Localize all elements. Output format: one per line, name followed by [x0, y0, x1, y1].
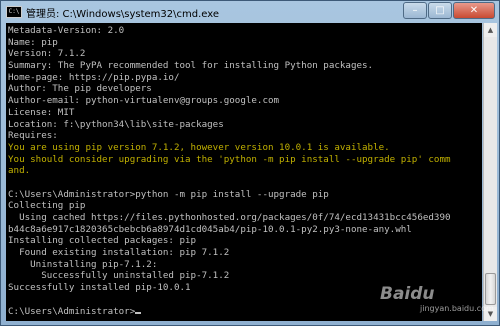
console-output[interactable]: Metadata-Version: 2.0 Name: pip Version: 7… [6, 23, 482, 321]
console-line: Uninstalling pip-7.1.2: [8, 258, 158, 270]
maximize-button[interactable]: □ [428, 2, 452, 19]
console-line: License: MIT [8, 106, 75, 118]
text-cursor [135, 311, 142, 314]
baidu-watermark-logo: Baidu jingyan.baidu.com [380, 284, 494, 313]
console-line: Name: pip [8, 36, 58, 48]
console-line: Successfully uninstalled pip-7.1.2 [8, 270, 230, 282]
console-line: Metadata-Version: 2.0 [8, 25, 125, 36]
console-line: Using cached https://files.pythonhosted.… [8, 212, 451, 223]
console-line: You should consider upgrading via the 'p… [8, 153, 451, 165]
scrollbar-thumb[interactable] [485, 273, 496, 305]
window-title: 管理员: C:\Windows\system32\cmd.exe [26, 8, 220, 20]
title-bar[interactable]: C:\ 管理员: C:\Windows\system32\cmd.exe – □… [1, 1, 499, 23]
console-line: Location: f:\python34\lib\site-packages [8, 118, 224, 130]
watermark-text: Baidu [380, 284, 435, 304]
console-line: Author: The pip developers [8, 83, 152, 95]
console-line: Author-email: python-virtualenv@groups.g… [8, 95, 280, 107]
console-line: Requires: [8, 130, 58, 142]
console-line: C:\Users\Administrator> [8, 306, 451, 318]
console-lines: Metadata-Version: 2.0 Name: pip Version: 7… [8, 25, 451, 317]
console-line: Home-page: https://pip.pypa.io/ [8, 71, 180, 83]
console-line: Found existing installation: pip 7.1.2 [8, 247, 230, 259]
console-line: Version: 7.1.2 [8, 48, 86, 60]
watermark-subtext: jingyan.baidu.com [420, 304, 494, 313]
cmd-window: C:\ 管理员: C:\Windows\system32\cmd.exe – □… [0, 0, 500, 326]
minimize-button[interactable]: – [403, 2, 427, 19]
scroll-up-arrow-icon[interactable]: ▲ [484, 23, 497, 37]
console-line: Installing collected packages: pip [8, 235, 197, 247]
console-line: You are using pip version 7.1.2, however… [8, 141, 390, 153]
console-line: C:\Users\Administrator>python -m pip ins… [8, 188, 329, 200]
console-line: and. [8, 165, 31, 177]
window-controls: – □ ✕ [402, 2, 495, 19]
cmd-app-icon[interactable]: C:\ [6, 6, 22, 18]
vertical-scrollbar[interactable]: ▲ ▼ [483, 23, 497, 321]
console-line: b44c8a6e917c1820365cbebcb6a8974d1cd045ab… [8, 223, 412, 235]
console-line: Summary: The PyPA recommended tool for i… [8, 60, 374, 72]
console-line: Collecting pip [8, 200, 86, 212]
close-button[interactable]: ✕ [453, 2, 495, 19]
